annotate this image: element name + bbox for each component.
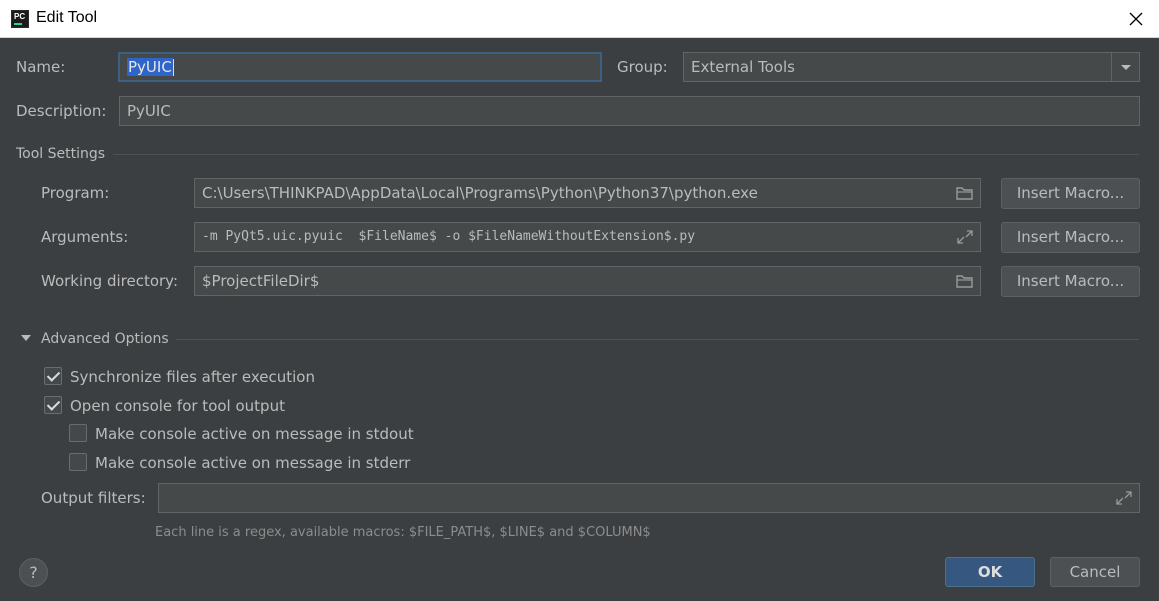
expand-icon[interactable] xyxy=(956,229,974,245)
arguments-insert-macro-button[interactable]: Insert Macro... xyxy=(1001,222,1140,253)
working-directory-input[interactable]: $ProjectFileDir$ xyxy=(194,266,981,296)
output-filters-label: Output filters: xyxy=(41,489,146,507)
console-active-stdout-label[interactable]: Make console active on message in stdout xyxy=(95,425,414,443)
arguments-label: Arguments: xyxy=(41,228,129,246)
arguments-input-value: -m PyQt5.uic.pyuic $FileName$ -o $FileNa… xyxy=(202,229,696,244)
group-combobox[interactable]: External Tools xyxy=(683,52,1140,82)
console-active-stderr-checkbox[interactable] xyxy=(69,453,87,471)
tool-settings-header: Tool Settings xyxy=(16,146,106,162)
open-console-label[interactable]: Open console for tool output xyxy=(70,397,285,415)
sync-files-label[interactable]: Synchronize files after execution xyxy=(70,368,315,386)
sync-files-checkbox[interactable] xyxy=(44,367,62,385)
working-directory-input-value: $ProjectFileDir$ xyxy=(202,272,320,290)
console-active-stdout-checkbox[interactable] xyxy=(69,424,87,442)
text-caret xyxy=(172,59,174,76)
description-input-value: PyUIC xyxy=(127,102,171,120)
working-directory-insert-macro-button[interactable]: Insert Macro... xyxy=(1001,266,1140,297)
folder-icon[interactable] xyxy=(956,273,974,289)
program-input-value: C:\Users\THINKPAD\AppData\Local\Programs… xyxy=(202,184,758,202)
title-bar: PC Edit Tool xyxy=(0,0,1159,38)
pycharm-icon: PC xyxy=(11,10,29,28)
folder-icon[interactable] xyxy=(956,185,974,201)
console-active-stderr-label[interactable]: Make console active on message in stderr xyxy=(95,454,410,472)
group-label: Group: xyxy=(617,58,668,76)
description-input[interactable]: PyUIC xyxy=(119,96,1140,126)
advanced-options-header[interactable]: Advanced Options xyxy=(41,331,169,347)
help-button[interactable]: ? xyxy=(19,558,48,587)
arguments-input[interactable]: -m PyQt5.uic.pyuic $FileName$ -o $FileNa… xyxy=(194,222,981,252)
output-filters-input[interactable] xyxy=(158,483,1140,513)
expand-icon[interactable] xyxy=(1115,490,1133,506)
description-label: Description: xyxy=(16,102,107,120)
name-input-value: PyUIC xyxy=(127,58,173,76)
name-label: Name: xyxy=(16,58,66,76)
close-icon[interactable] xyxy=(1127,10,1145,28)
open-console-checkbox[interactable] xyxy=(44,396,62,414)
program-input[interactable]: C:\Users\THINKPAD\AppData\Local\Programs… xyxy=(194,178,981,208)
ok-button[interactable]: OK xyxy=(945,557,1035,587)
group-combobox-value: External Tools xyxy=(691,58,795,76)
cancel-button[interactable]: Cancel xyxy=(1050,557,1140,587)
triangle-down-icon[interactable] xyxy=(21,335,31,341)
working-directory-label: Working directory: xyxy=(41,272,179,290)
program-label: Program: xyxy=(41,184,110,202)
chevron-down-icon[interactable] xyxy=(1111,53,1139,81)
tool-settings-divider xyxy=(113,154,1139,155)
advanced-options-divider xyxy=(176,339,1139,340)
program-insert-macro-button[interactable]: Insert Macro... xyxy=(1001,178,1140,209)
name-input[interactable]: PyUIC xyxy=(118,52,602,82)
window-title: Edit Tool xyxy=(36,9,98,26)
output-filters-hint: Each line is a regex, available macros: … xyxy=(155,525,651,540)
